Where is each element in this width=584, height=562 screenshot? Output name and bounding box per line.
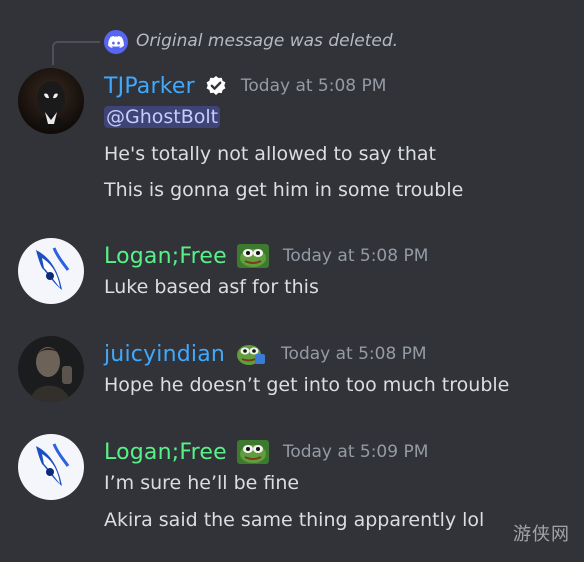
message-line: This is gonna get him in some trouble (104, 179, 464, 201)
reply-preview[interactable]: Original message was deleted. (52, 30, 520, 65)
message-line: Akira said the same thing apparently lol (104, 509, 485, 531)
avatar[interactable] (18, 238, 84, 304)
reply-connector (52, 41, 100, 65)
discord-icon (104, 30, 128, 54)
username[interactable]: juicyindian (104, 342, 225, 367)
avatar[interactable] (18, 68, 84, 134)
username[interactable]: TJParker (104, 74, 195, 99)
message-header: Logan;Free Today at 5:08 PM (104, 240, 428, 272)
message-line: Luke based asf for this (104, 276, 319, 298)
message-line: He's totally not allowed to say that (104, 143, 436, 165)
message-header: TJParker Today at 5:08 PM (104, 70, 386, 102)
verified-check-icon (205, 75, 227, 97)
username[interactable]: Logan;Free (104, 244, 227, 269)
message-header: Logan;Free Today at 5:09 PM (104, 436, 428, 468)
pepe-frog-icon (236, 440, 269, 464)
message-line: I’m sure he’ll be fine (104, 472, 300, 494)
pepe-frog-icon (236, 244, 269, 268)
avatar[interactable] (18, 434, 84, 500)
timestamp: Today at 5:08 PM (281, 344, 427, 364)
pepe-frog-icon (235, 342, 267, 366)
timestamp: Today at 5:08 PM (282, 246, 429, 266)
message-line: Hope he doesn’t get into too much troubl… (104, 374, 510, 396)
message-line: @GhostBolt (104, 106, 221, 128)
user-mention[interactable]: @GhostBolt (104, 106, 221, 128)
timestamp: Today at 5:08 PM (240, 76, 387, 96)
watermark: 游侠网 (513, 524, 570, 545)
reply-deleted-text: Original message was deleted. (136, 31, 399, 51)
message-header: juicyindian Today at 5:08 PM (104, 338, 427, 370)
avatar[interactable] (18, 336, 84, 402)
username[interactable]: Logan;Free (104, 440, 227, 465)
timestamp: Today at 5:09 PM (282, 442, 429, 462)
